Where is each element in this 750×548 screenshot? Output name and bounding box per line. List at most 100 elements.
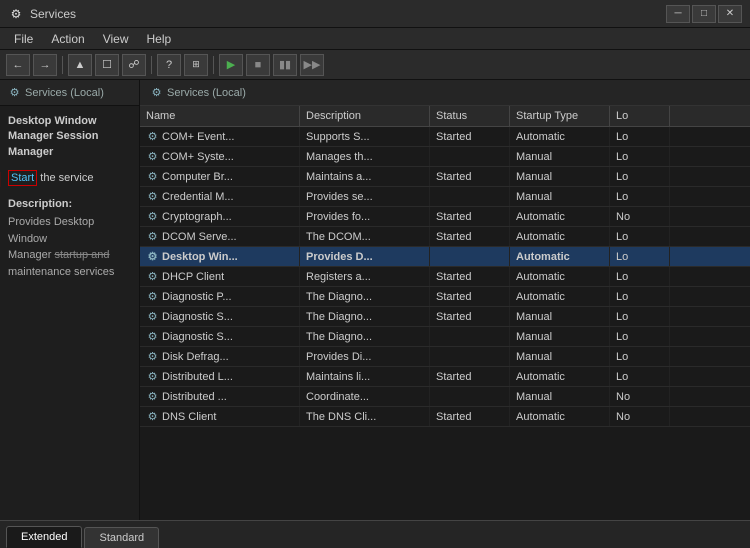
- export-button[interactable]: ⊞: [184, 54, 208, 76]
- service-desc-cell: The DCOM...: [300, 227, 430, 246]
- service-desc-cell: The Diagno...: [300, 327, 430, 346]
- service-name-cell: ⚙Diagnostic S...: [140, 307, 300, 326]
- service-startup-cell: Manual: [510, 167, 610, 186]
- action-link-area: Start the service: [8, 170, 131, 184]
- service-name-cell: ⚙Disk Defrag...: [140, 347, 300, 366]
- menu-file[interactable]: File: [6, 30, 41, 48]
- pause-service-button[interactable]: ▮▮: [273, 54, 297, 76]
- menu-bar: File Action View Help: [0, 28, 750, 50]
- service-desc-cell: Registers a...: [300, 267, 430, 286]
- toolbar-sep-2: [151, 56, 152, 74]
- service-desc-cell: Provides se...: [300, 187, 430, 206]
- service-status-cell: Started: [430, 167, 510, 186]
- window-title: Services: [30, 7, 76, 21]
- service-startup-cell: Manual: [510, 387, 610, 406]
- table-row[interactable]: ⚙Credential M...Provides se...ManualLo: [140, 187, 750, 207]
- service-status-cell: Started: [430, 127, 510, 146]
- service-gear-icon: ⚙: [146, 250, 159, 263]
- service-status-cell: Started: [430, 227, 510, 246]
- table-body: ⚙COM+ Event...Supports S...StartedAutoma…: [140, 127, 750, 427]
- table-row[interactable]: ⚙DNS ClientThe DNS Cli...StartedAutomati…: [140, 407, 750, 427]
- service-desc-cell: The Diagno...: [300, 307, 430, 326]
- up-button[interactable]: ▲: [68, 54, 92, 76]
- service-startup-cell: Manual: [510, 187, 610, 206]
- service-name-text: Cryptograph...: [162, 211, 232, 223]
- service-name-text: Disk Defrag...: [162, 351, 229, 363]
- back-button[interactable]: ←: [6, 54, 30, 76]
- service-startup-cell: Automatic: [510, 227, 610, 246]
- start-link[interactable]: Start: [8, 170, 37, 186]
- minimize-button[interactable]: ─: [666, 5, 690, 23]
- strikethrough-text: startup and: [54, 249, 109, 261]
- table-row[interactable]: ⚙Diagnostic S...The Diagno...ManualLo: [140, 327, 750, 347]
- selected-service-name: Desktop Window Manager Session Manager: [8, 114, 131, 160]
- service-logon-cell: Lo: [610, 127, 670, 146]
- stop-service-button[interactable]: ■: [246, 54, 270, 76]
- menu-action[interactable]: Action: [43, 30, 92, 48]
- menu-help[interactable]: Help: [139, 30, 180, 48]
- service-name-cell: ⚙DHCP Client: [140, 267, 300, 286]
- table-row[interactable]: ⚙Distributed L...Maintains li...StartedA…: [140, 367, 750, 387]
- table-row[interactable]: ⚙Diagnostic P...The Diagno...StartedAuto…: [140, 287, 750, 307]
- service-status-cell: [430, 387, 510, 406]
- service-desc-cell: The Diagno...: [300, 287, 430, 306]
- table-row[interactable]: ⚙DCOM Serve...The DCOM...StartedAutomati…: [140, 227, 750, 247]
- tab-extended[interactable]: Extended: [6, 526, 82, 548]
- app-icon: ⚙: [8, 6, 24, 22]
- service-name-cell: ⚙Distributed L...: [140, 367, 300, 386]
- main-content: ⚙ Services (Local) Desktop Window Manage…: [0, 80, 750, 520]
- service-desc-cell: Provides D...: [300, 247, 430, 266]
- menu-view[interactable]: View: [95, 30, 137, 48]
- close-button[interactable]: ✕: [718, 5, 742, 23]
- table-row[interactable]: ⚙COM+ Event...Supports S...StartedAutoma…: [140, 127, 750, 147]
- service-logon-cell: Lo: [610, 307, 670, 326]
- properties-button[interactable]: ☍: [122, 54, 146, 76]
- table-row[interactable]: ⚙DHCP ClientRegisters a...StartedAutomat…: [140, 267, 750, 287]
- table-header: Name Description Status Startup Type Lo: [140, 106, 750, 127]
- table-row[interactable]: ⚙COM+ Syste...Manages th...ManualLo: [140, 147, 750, 167]
- service-startup-cell: Automatic: [510, 367, 610, 386]
- service-gear-icon: ⚙: [146, 290, 159, 303]
- services-table[interactable]: Name Description Status Startup Type Lo …: [140, 106, 750, 520]
- show-hide-button[interactable]: ☐: [95, 54, 119, 76]
- maximize-button[interactable]: □: [692, 5, 716, 23]
- table-row[interactable]: ⚙Computer Br...Maintains a...StartedManu…: [140, 167, 750, 187]
- service-startup-cell: Manual: [510, 307, 610, 326]
- service-gear-icon: ⚙: [146, 350, 159, 363]
- toolbar: ← → ▲ ☐ ☍ ? ⊞ ▶ ■ ▮▮ ▶▶: [0, 50, 750, 80]
- service-name-text: Desktop Win...: [162, 251, 238, 263]
- start-service-button[interactable]: ▶: [219, 54, 243, 76]
- service-name-cell: ⚙Distributed ...: [140, 387, 300, 406]
- service-logon-cell: Lo: [610, 347, 670, 366]
- tab-standard[interactable]: Standard: [84, 527, 159, 548]
- service-logon-cell: No: [610, 207, 670, 226]
- service-startup-cell: Automatic: [510, 287, 610, 306]
- service-logon-cell: Lo: [610, 247, 670, 266]
- col-name: Name: [140, 106, 300, 126]
- table-row[interactable]: ⚙Diagnostic S...The Diagno...StartedManu…: [140, 307, 750, 327]
- table-row[interactable]: ⚙Distributed ...Coordinate...ManualNo: [140, 387, 750, 407]
- service-name-text: DNS Client: [162, 411, 216, 423]
- table-row[interactable]: ⚙Cryptograph...Provides fo...StartedAuto…: [140, 207, 750, 227]
- help-button[interactable]: ?: [157, 54, 181, 76]
- service-name-cell: ⚙Cryptograph...: [140, 207, 300, 226]
- service-startup-cell: Manual: [510, 327, 610, 346]
- service-name-cell: ⚙DNS Client: [140, 407, 300, 426]
- service-gear-icon: ⚙: [146, 330, 159, 343]
- desc-text-3: maintenance services: [8, 264, 131, 281]
- service-name-text: Diagnostic S...: [162, 311, 233, 323]
- right-panel-header: ⚙ Services (Local): [140, 80, 750, 106]
- service-name-cell: ⚙Credential M...: [140, 187, 300, 206]
- service-logon-cell: Lo: [610, 327, 670, 346]
- desc-text-2: Manager startup and: [8, 247, 131, 264]
- service-startup-cell: Manual: [510, 147, 610, 166]
- table-row[interactable]: ⚙Desktop Win...Provides D...AutomaticLo▶: [140, 247, 750, 267]
- service-status-cell: Started: [430, 407, 510, 426]
- forward-button[interactable]: →: [33, 54, 57, 76]
- table-row[interactable]: ⚙Disk Defrag...Provides Di...ManualLo: [140, 347, 750, 367]
- left-panel-title: Services (Local): [25, 87, 104, 99]
- toolbar-sep-1: [62, 56, 63, 74]
- service-name-text: Computer Br...: [162, 171, 233, 183]
- service-desc-cell: Provides Di...: [300, 347, 430, 366]
- restart-service-button[interactable]: ▶▶: [300, 54, 324, 76]
